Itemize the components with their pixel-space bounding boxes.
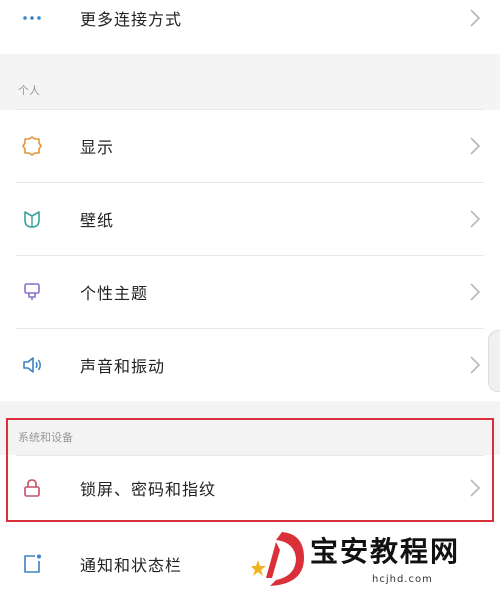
speaker-icon [20, 353, 44, 377]
chevron-right-icon [470, 137, 481, 155]
row-label: 壁纸 [80, 211, 115, 230]
chevron-right-icon [470, 210, 481, 228]
brightness-icon [20, 134, 44, 158]
highlight-box [6, 418, 494, 522]
more-dots-icon [20, 6, 44, 30]
row-wallpaper[interactable]: 壁纸 [0, 183, 500, 255]
row-display[interactable]: 显示 [0, 110, 500, 182]
row-sound[interactable]: 声音和振动 [0, 329, 500, 401]
section-personal: 个人 [0, 54, 500, 110]
watermark-text: 宝安教程网 [310, 535, 461, 568]
chevron-right-icon [470, 9, 481, 27]
watermark-logo: 宝安教程网 hcjhd.com [250, 528, 498, 592]
row-label: 声音和振动 [80, 357, 166, 376]
section-title-personal: 个人 [18, 84, 40, 97]
notification-icon [20, 552, 44, 576]
scroll-handle[interactable] [488, 330, 500, 392]
row-label: 通知和状态栏 [80, 556, 183, 575]
chevron-right-icon [470, 356, 481, 374]
watermark-url: hcjhd.com [372, 574, 433, 585]
row-more-connections[interactable]: 更多连接方式 [0, 0, 500, 54]
chevron-right-icon [470, 283, 481, 301]
watermark-d-icon [250, 532, 304, 586]
settings-screen: 更多连接方式 个人 显示 壁纸 个性主题 声音和振动 系统和设备 锁屏、密码和指… [0, 0, 500, 594]
wallpaper-icon [20, 207, 44, 231]
row-theme[interactable]: 个性主题 [0, 256, 500, 328]
theme-brush-icon [20, 280, 44, 304]
row-label: 个性主题 [80, 284, 149, 303]
row-label: 更多连接方式 [80, 10, 183, 29]
row-label: 显示 [80, 138, 115, 157]
